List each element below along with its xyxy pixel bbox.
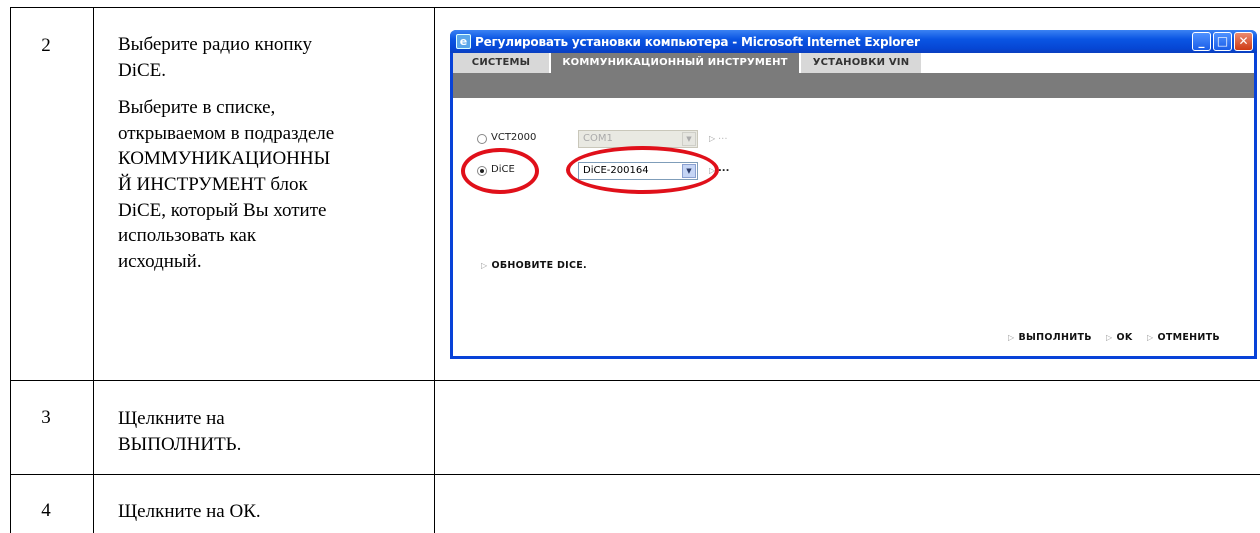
instruction-line: Выберите в списке,: [118, 97, 276, 119]
instruction-line: Щелкните на: [118, 408, 225, 429]
table-left-border: [10, 7, 11, 533]
close-button[interactable]: ✕: [1234, 32, 1253, 51]
ok-button[interactable]: ▷ OK: [1106, 332, 1133, 343]
row-separator: [10, 380, 1260, 381]
step-instruction: Щелкните на ОК.: [118, 499, 261, 525]
dice-more-button[interactable]: ...: [718, 163, 729, 174]
ie-logo-icon: e: [456, 34, 471, 49]
tab-communication-tool[interactable]: КОММУНИКАЦИОННЫЙ ИНСТРУМЕНТ: [551, 53, 799, 73]
minimize-button[interactable]: _: [1192, 32, 1211, 51]
tab-header-band: [453, 73, 1254, 98]
arrow-right-icon: ▷: [1008, 333, 1015, 342]
window-controls: _ □ ✕: [1192, 32, 1253, 51]
update-dice-label: ОБНОВИТЕ DICE.: [491, 260, 587, 271]
column-separator: [93, 7, 94, 533]
instruction-line: DiCE, который Вы хотите: [118, 199, 327, 221]
cancel-button[interactable]: ▷ ОТМЕНИТЬ: [1147, 332, 1220, 343]
tab-systems[interactable]: СИСТЕМЫ: [453, 53, 549, 73]
instruction-line: Щелкните на ОК.: [118, 501, 261, 522]
window-title: Регулировать установки компьютера - Micr…: [475, 34, 920, 49]
window-titlebar: e Регулировать установки компьютера - Mi…: [450, 30, 1257, 53]
instruction-line: открываемом в подразделе: [118, 122, 335, 144]
table-top-border: [10, 7, 1260, 8]
arrow-right-icon: ▷: [709, 134, 716, 143]
instruction-line: Й ИНСТРУМЕНТ блок: [118, 173, 308, 195]
execute-button[interactable]: ▷ ВЫПОЛНИТЬ: [1008, 332, 1092, 343]
arrow-right-icon: ▷: [1147, 333, 1154, 342]
column-separator: [434, 7, 435, 533]
vct2000-more-button[interactable]: ...: [718, 131, 728, 142]
maximize-button[interactable]: □: [1213, 32, 1232, 51]
instruction-line: ВЫПОЛНИТЬ.: [118, 433, 242, 455]
instruction-line: Выберите радио кнопку: [118, 34, 312, 55]
ie-window: e Регулировать установки компьютера - Mi…: [450, 30, 1257, 359]
instruction-line: исходный.: [118, 250, 202, 272]
row-separator: [10, 474, 1260, 475]
window-content: СИСТЕМЫ КОММУНИКАЦИОННЫЙ ИНСТРУМЕНТ УСТА…: [453, 53, 1254, 356]
cancel-label: ОТМЕНИТЬ: [1157, 332, 1220, 343]
tab-vin-settings[interactable]: УСТАНОВКИ VIN: [801, 53, 921, 73]
vct2000-radio[interactable]: [477, 134, 487, 144]
vct2000-label: VCT2000: [491, 132, 537, 143]
chevron-down-icon: ▼: [682, 132, 696, 146]
step-instruction: Щелкните на ВЫПОЛНИТЬ.: [118, 406, 241, 457]
ok-label: OK: [1116, 332, 1133, 343]
arrow-right-icon: ▷: [1106, 333, 1113, 342]
update-dice-link[interactable]: ▷ ОБНОВИТЕ DICE.: [481, 260, 587, 271]
step-instruction: Выберите радио кнопку DiCE. Выберите в с…: [118, 32, 334, 274]
instruction-line: КОММУНИКАЦИОННЫ: [118, 148, 331, 170]
arrow-right-icon: ▷: [481, 261, 488, 270]
instruction-line: DiCE.: [118, 59, 167, 81]
execute-label: ВЫПОЛНИТЬ: [1018, 332, 1092, 343]
instruction-line: использовать как: [118, 225, 257, 247]
vct2000-port-value: COM1: [583, 133, 613, 144]
highlight-circle: [566, 146, 719, 194]
tab-strip: СИСТЕМЫ КОММУНИКАЦИОННЫЙ ИНСТРУМЕНТ УСТА…: [453, 53, 1254, 73]
step-number: 3: [41, 407, 51, 428]
step-number: 2: [41, 35, 51, 56]
highlight-circle: [461, 148, 539, 194]
step-number: 4: [41, 500, 51, 521]
